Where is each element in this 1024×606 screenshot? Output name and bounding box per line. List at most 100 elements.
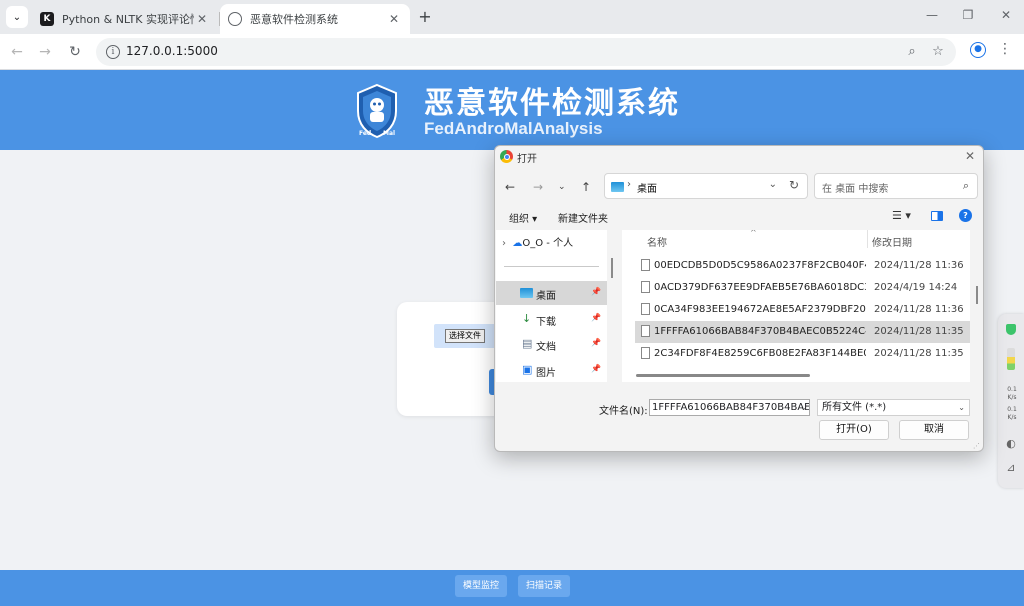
nav-item-label: 桌面 [536, 291, 556, 302]
file-name: 1FFFFA61066BAB84F370B4BAEC0B5224C41... [654, 326, 866, 337]
file-modified: 2024/4/19 14:24 [874, 282, 958, 293]
site-info-icon[interactable]: i [106, 45, 120, 59]
filename-input[interactable]: 1FFFFA61066BAB84F370B4BAEC ⌄ [649, 399, 810, 416]
forward-arrow-icon[interactable]: → [36, 43, 54, 61]
system-monitor-widget[interactable]: 0.1 K/s 0.1 K/s ◐ ⊿ [998, 314, 1024, 488]
search-input[interactable]: 在 桌面 中搜索 ⌕ [814, 173, 978, 199]
preview-pane-icon[interactable] [931, 211, 943, 221]
chevron-right-icon: › [502, 238, 506, 249]
zoom-icon[interactable]: ⌕ [904, 44, 920, 60]
site-title: 恶意软件检测系统 [424, 86, 680, 121]
view-list-icon[interactable]: ☰ ▾ [892, 209, 911, 222]
divider [504, 266, 599, 267]
command-bar: 组织 ▾ 新建文件夹 ☰ ▾ [495, 204, 983, 228]
file-row[interactable]: 0CA34F983EE194672AE8E5AF2379DBF2094... 2… [635, 299, 970, 321]
tab-search-button[interactable]: ⌄ [6, 6, 28, 28]
horizontal-scrollbar[interactable] [636, 374, 810, 377]
column-header-modified[interactable]: 修改日期 [872, 234, 912, 249]
kebab-menu-icon[interactable]: ⋮ [998, 41, 1012, 57]
tab-strip: ⌄ K Python & NLTK 实现评论情感 ✕ 恶意软件检测系统 ✕ + … [0, 0, 1024, 34]
nav-item-label: 下载 [536, 317, 556, 328]
search-icon: ⌕ [962, 179, 969, 192]
nav-item-desktop[interactable]: 桌面 📌 [496, 281, 607, 305]
choose-file-button[interactable]: 选择文件 [445, 329, 485, 343]
nav-item-downloads[interactable]: ↓ 下载 📌 [496, 307, 607, 331]
up-arrow-icon[interactable]: ↑ [581, 180, 591, 194]
vertical-scrollbar[interactable] [976, 286, 978, 304]
dialog-title: 打开 [517, 154, 537, 165]
url-text[interactable]: 127.0.0.1:5000 [126, 44, 218, 58]
file-icon [641, 347, 650, 359]
file-row-selected[interactable]: 1FFFFA61066BAB84F370B4BAEC0B5224C41... 2… [635, 321, 970, 343]
bookmark-star-icon[interactable]: ☆ [930, 44, 946, 60]
tab-python-nltk[interactable]: K Python & NLTK 实现评论情感 ✕ [32, 4, 218, 34]
file-type-value: 所有文件 (*.*) [822, 402, 887, 413]
battery-icon [1007, 348, 1015, 370]
logo-text-mal: Mal [383, 130, 395, 137]
resize-grip-icon[interactable]: ⋰ [973, 442, 980, 450]
forward-arrow-icon[interactable]: → [533, 180, 543, 194]
file-row[interactable]: 2C34FDF8F4E8259C6FB08E2FA83F144BE01... 2… [635, 343, 970, 365]
nav-item-label: O_O - 个人 [522, 238, 574, 249]
file-row[interactable]: 00EDCDB5D0D5C9586A0237F8F2CB040F42... 20… [635, 255, 970, 277]
reload-icon[interactable]: ↻ [66, 43, 84, 61]
tab-malware-detection[interactable]: 恶意软件检测系统 ✕ [220, 4, 410, 34]
nav-pane-scrollbar[interactable] [611, 258, 613, 278]
back-arrow-icon[interactable]: ← [8, 43, 26, 61]
organize-menu[interactable]: 组织 ▾ [509, 210, 537, 225]
download-speed: 0.1 [1007, 406, 1017, 413]
globe-icon [228, 12, 242, 26]
file-list: ^ 名称 修改日期 00EDCDB5D0D5C9586A0237F8F2CB04… [622, 230, 970, 382]
filename-value: 1FFFFA61066BAB84F370B4BAEC [652, 402, 810, 413]
close-icon[interactable]: ✕ [965, 149, 975, 163]
chevron-down-icon[interactable]: ⌄ [769, 179, 777, 190]
dialog-titlebar[interactable]: 打开 ✕ [495, 146, 983, 168]
file-name: 00EDCDB5D0D5C9586A0237F8F2CB040F42... [654, 260, 866, 271]
new-folder-button[interactable]: 新建文件夹 [558, 210, 608, 225]
chrome-icon [500, 150, 513, 163]
minimize-icon[interactable]: — [922, 8, 942, 22]
new-tab-button[interactable]: + [416, 8, 434, 26]
file-name: 2C34FDF8F4E8259C6FB08E2FA83F144BE01... [654, 348, 866, 359]
shield-icon [1006, 324, 1016, 335]
file-type-select[interactable]: 所有文件 (*.*) ⌄ [817, 399, 970, 416]
filename-label: 文件名(N): [599, 406, 648, 417]
swirl-icon[interactable]: ◐ [1005, 438, 1017, 450]
path-bar[interactable]: › 桌面 ⌄ ↻ [604, 173, 808, 199]
path-segment[interactable]: 桌面 [637, 180, 657, 195]
nav-item-pictures[interactable]: ▣ 图片 📌 [496, 358, 607, 382]
column-divider[interactable] [867, 230, 868, 248]
open-button[interactable]: 打开(O) [819, 420, 889, 440]
nav-item-label: 图片 [536, 368, 556, 379]
sort-caret-icon: ^ [750, 230, 757, 237]
search-placeholder: 在 桌面 中搜索 [822, 184, 889, 195]
onedrive-cloud-icon: ☁ [512, 238, 523, 249]
profile-icon[interactable]: ● [970, 42, 986, 58]
nav-item-onedrive[interactable]: › ☁O_O - 个人 [502, 234, 573, 249]
chevron-down-icon[interactable]: ⌄ [800, 400, 807, 415]
address-bar[interactable]: i 127.0.0.1:5000 ⌕ ☆ [96, 38, 956, 66]
nav-item-label: 文档 [536, 342, 556, 353]
pin-icon: 📌 [591, 364, 601, 373]
nav-item-documents[interactable]: ▤ 文档 📌 [496, 332, 607, 356]
help-icon[interactable]: ? [959, 209, 972, 222]
logo-text-fed: Fed [359, 130, 371, 137]
file-name: 0ACD379DF637EE9DFAEB5E76BA6018DC30... [654, 282, 866, 293]
chevron-down-icon[interactable]: ⌄ [558, 182, 566, 192]
close-icon[interactable]: ✕ [194, 12, 210, 26]
restore-icon[interactable]: ❐ [958, 8, 978, 22]
scan-records-button[interactable]: 扫描记录 [518, 575, 571, 597]
screenshot-icon[interactable]: ⊿ [1005, 462, 1017, 474]
window-close-icon[interactable]: ✕ [996, 8, 1016, 22]
refresh-icon[interactable]: ↻ [789, 178, 799, 192]
chevron-right-icon: › [627, 179, 631, 190]
pin-icon: 📌 [591, 287, 601, 296]
file-modified: 2024/11/28 11:36 [874, 304, 964, 315]
back-arrow-icon[interactable]: ← [505, 180, 515, 194]
close-icon[interactable]: ✕ [386, 12, 402, 26]
file-row[interactable]: 0ACD379DF637EE9DFAEB5E76BA6018DC30... 20… [635, 277, 970, 299]
model-monitor-button[interactable]: 模型监控 [455, 575, 508, 597]
file-icon [641, 259, 650, 271]
cancel-button[interactable]: 取消 [899, 420, 969, 440]
column-header-name[interactable]: 名称 [647, 234, 667, 249]
